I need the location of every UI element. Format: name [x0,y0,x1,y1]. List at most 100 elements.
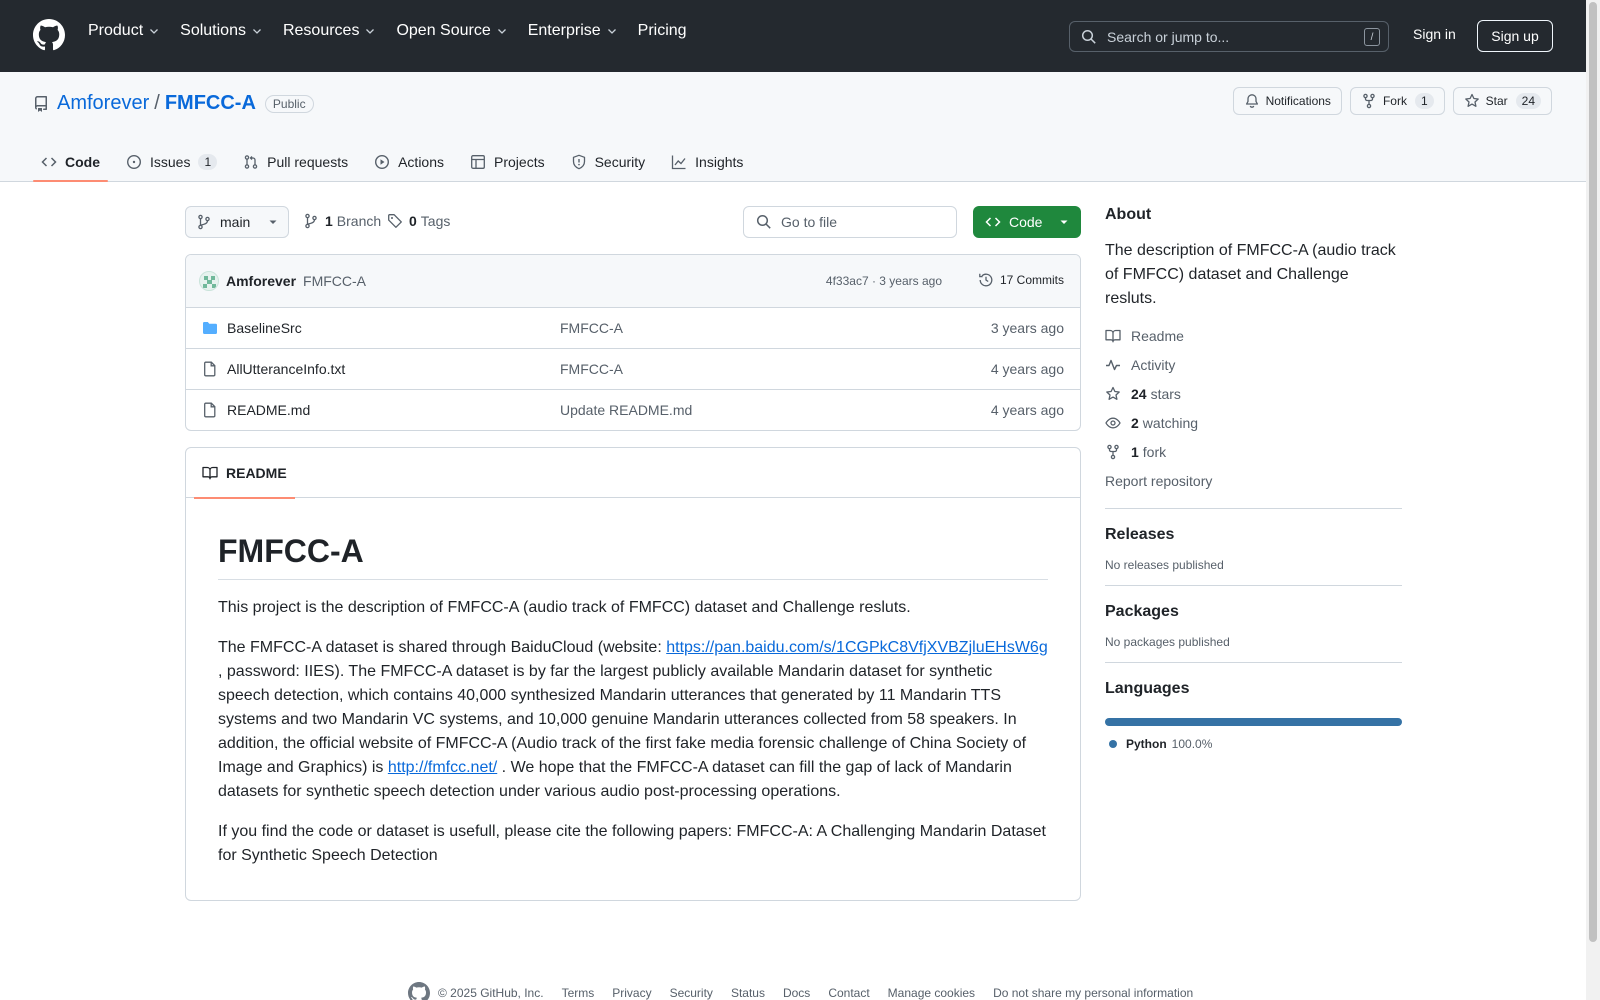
divider [1105,508,1402,509]
nav-label: Pricing [637,22,687,39]
chevron-down-icon [497,29,506,34]
file-row[interactable]: BaselineSrc FMFCC-A 3 years ago [186,308,1080,349]
branch-name: main [220,214,251,230]
stars-count: 24 [1131,385,1147,402]
file-name-link[interactable]: AllUtteranceInfo.txt [227,361,345,377]
tab-actions-label: Actions [398,154,445,170]
footer-link-contact[interactable]: Contact [828,986,869,1000]
search-shortcut-key: / [1364,28,1380,46]
issues-counter: 1 [198,154,218,170]
footer-link-do-not-share[interactable]: Do not share my personal information [993,986,1193,1000]
code-icon [985,217,1001,227]
tab-security[interactable]: Security [563,142,654,182]
packages-heading[interactable]: Packages [1105,603,1402,621]
nav-solutions[interactable]: Solutions [180,22,263,40]
branch-icon [198,214,210,230]
github-mark-icon[interactable] [408,982,430,1000]
scrollbar-thumb[interactable] [1589,2,1597,942]
bell-icon [1245,94,1258,108]
repo-name-link[interactable]: FMFCC-A [165,92,256,115]
avatar[interactable] [199,271,219,291]
commit-author-link[interactable]: Amforever [226,273,296,289]
language-bar [1105,718,1402,726]
star-button[interactable]: Star 24 [1452,87,1552,115]
footer-link-privacy[interactable]: Privacy [612,986,651,1000]
tab-pull-requests[interactable]: Pull requests [235,142,356,182]
global-search-input[interactable]: Search or jump to... / [1069,21,1389,52]
sign-in-link[interactable]: Sign in [1413,26,1456,42]
star-icon [1106,386,1120,400]
file-commit-date: 3 years ago [990,320,1064,336]
global-nav: Product Solutions Resources Open Source … [88,22,707,40]
watching-count: 2 [1131,414,1139,431]
branch-icon [305,213,317,229]
book-icon [1105,329,1121,342]
tab-insights[interactable]: Insights [663,142,751,182]
stars-label: stars [1150,385,1181,402]
fork-button[interactable]: Fork 1 [1349,87,1445,115]
fork-icon [1107,444,1119,459]
tags-link[interactable]: 0 Tags [387,213,450,229]
readme-tab[interactable]: README [194,448,295,499]
commit-message-link[interactable]: FMFCC-A [303,273,366,289]
nav-enterprise[interactable]: Enterprise [528,22,618,40]
file-row[interactable]: README.md Update README.md 4 years ago [186,390,1080,430]
file-commit-message[interactable]: FMFCC-A [560,361,623,377]
fork-counter: 1 [1414,93,1434,109]
activity-link[interactable]: Activity [1105,350,1402,379]
forks-count: 1 [1131,443,1139,460]
readme-link[interactable]: Readme [1105,321,1402,350]
commits-count-label: 17 Commits [999,273,1064,287]
notifications-button[interactable]: Notifications [1232,87,1342,115]
github-logo-icon[interactable] [33,19,65,51]
baidu-cloud-link[interactable]: https://pan.baidu.com/s/1CGPkC8VfjXVBZjl… [666,639,1048,656]
footer-link-status[interactable]: Status [731,986,765,1000]
file-commit-message[interactable]: FMFCC-A [560,320,623,336]
go-to-file-input[interactable]: Go to file [743,206,957,238]
releases-heading[interactable]: Releases [1105,526,1402,544]
file-list: Amforever FMFCC-A 4f33ac7 · 3 years ago … [185,254,1081,431]
watching-link[interactable]: 2 watching [1105,408,1402,437]
repo-title: Amforever / FMFCC-A Public [33,92,314,115]
watching-label: watching [1142,414,1199,431]
code-button-label: Code [1009,214,1043,230]
footer-link-security[interactable]: Security [670,986,713,1000]
page-scrollbar[interactable] [1586,0,1600,1000]
language-item-python[interactable]: Python 100.0% [1105,737,1402,751]
report-repository-link[interactable]: Report repository [1105,466,1402,495]
file-commit-message[interactable]: Update README.md [560,402,692,418]
nav-open-source[interactable]: Open Source [396,22,507,40]
nav-pricing[interactable]: Pricing [638,22,687,40]
tab-projects[interactable]: Projects [462,142,553,182]
stars-link[interactable]: 24 stars [1105,379,1402,408]
readme-header: README [186,448,1080,499]
about-description: The description of FMFCC-A (audio track … [1105,242,1396,307]
tab-code[interactable]: Code [33,142,108,182]
go-to-file-placeholder: Go to file [781,214,838,230]
shield-icon [572,154,585,170]
file-name-link[interactable]: BaselineSrc [227,320,302,336]
file-name-link[interactable]: README.md [227,402,310,418]
nav-resources[interactable]: Resources [283,22,376,40]
tag-count: 0 [409,213,417,229]
footer-link-cookies[interactable]: Manage cookies [888,986,975,1000]
chevron-down-icon [253,29,261,34]
nav-product[interactable]: Product [88,22,160,40]
notifications-label: Notifications [1265,94,1331,108]
footer-link-terms[interactable]: Terms [562,986,595,1000]
branches-link[interactable]: 1 Branch [303,213,381,229]
fmfcc-website-link[interactable]: http://fmfcc.net/ [388,759,497,776]
branch-select-button[interactable]: main [185,206,289,238]
tab-actions[interactable]: Actions [366,142,452,182]
footer-link-docs[interactable]: Docs [783,986,810,1000]
repo-owner-link[interactable]: Amforever [57,92,149,115]
pulse-icon [1106,359,1120,370]
forks-link[interactable]: 1 fork [1105,437,1402,466]
file-row[interactable]: AllUtteranceInfo.txt FMFCC-A 4 years ago [186,349,1080,390]
code-dropdown-button[interactable]: Code [973,206,1081,238]
pull-request-icon [244,155,258,169]
commits-history-link[interactable]: 17 Commits [978,272,1064,288]
tab-issues[interactable]: Issues 1 [118,142,225,182]
commit-hash-time[interactable]: 4f33ac7 · 3 years ago [826,274,942,288]
sign-up-button[interactable]: Sign up [1477,20,1553,52]
